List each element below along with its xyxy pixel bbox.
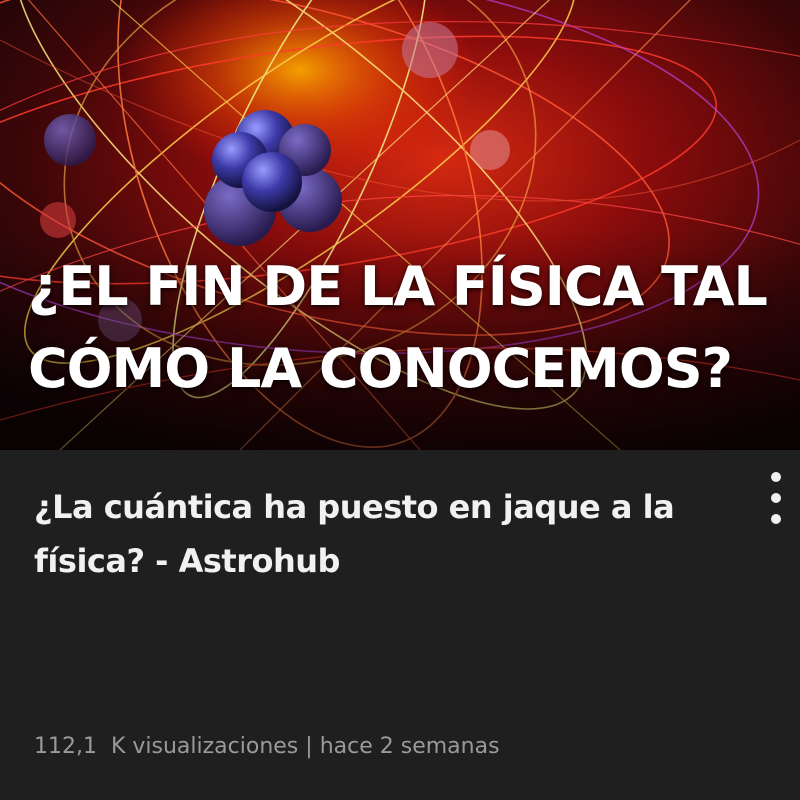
thumbnail-title: ¿EL FIN DE LA FÍSICA TAL CÓMO LA CONOCEM… bbox=[28, 246, 798, 410]
video-title[interactable]: ¿La cuántica ha puesto en jaque a la fís… bbox=[34, 480, 724, 588]
video-card[interactable]: ¿EL FIN DE LA FÍSICA TAL CÓMO LA CONOCEM… bbox=[0, 0, 800, 800]
thumbnail-title-line-2: CÓMO LA CONOCEMOS? bbox=[28, 337, 733, 400]
video-metadata: 112,1 K visualizaciones | hace 2 semanas bbox=[34, 732, 500, 762]
thumbnail-title-line-1: ¿EL FIN DE LA FÍSICA TAL bbox=[28, 255, 768, 318]
meta-separator: | bbox=[305, 734, 313, 759]
more-options-button[interactable] bbox=[756, 468, 796, 528]
more-vertical-icon-dot bbox=[771, 493, 781, 503]
view-count: 112,1 K visualizaciones bbox=[34, 734, 299, 759]
upload-age: hace 2 semanas bbox=[319, 734, 500, 759]
video-info: ¿La cuántica ha puesto en jaque a la fís… bbox=[0, 450, 800, 800]
video-thumbnail[interactable]: ¿EL FIN DE LA FÍSICA TAL CÓMO LA CONOCEM… bbox=[0, 0, 800, 450]
more-vertical-icon-dot bbox=[771, 514, 781, 524]
more-vertical-icon bbox=[771, 472, 781, 482]
